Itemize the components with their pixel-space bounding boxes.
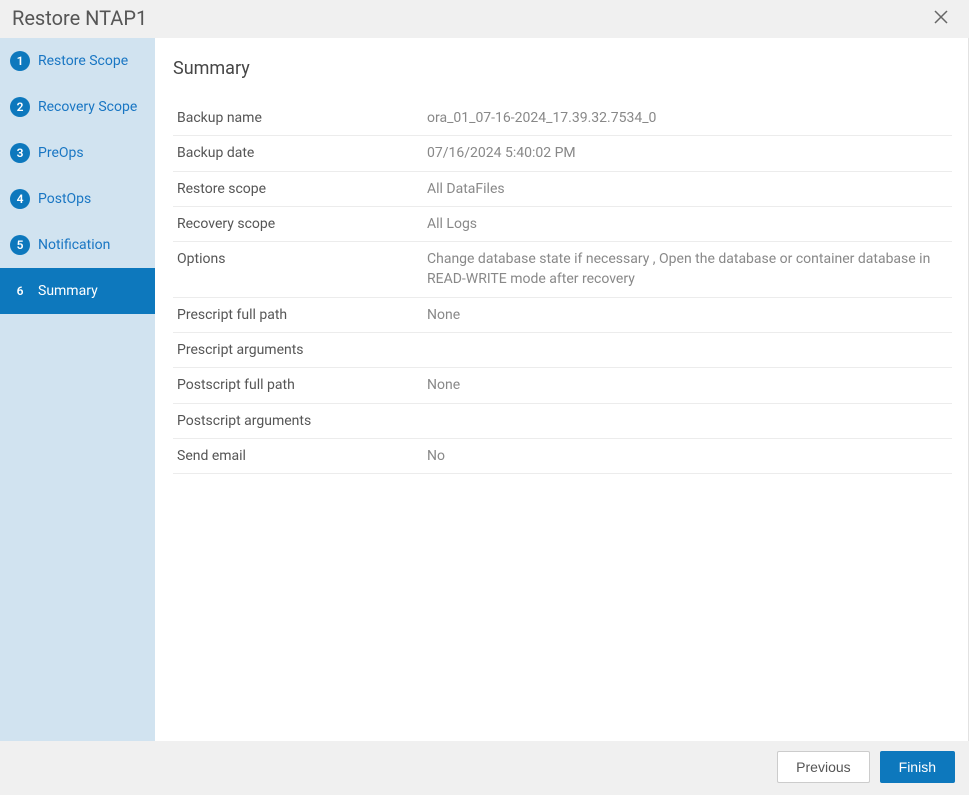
summary-label: Options [173,242,423,298]
summary-label: Prescript full path [173,297,423,332]
dialog-header: Restore NTAP1 [0,0,969,38]
step-restore-scope[interactable]: 1 Restore Scope [0,38,155,84]
summary-value [423,333,952,368]
summary-label: Recovery scope [173,206,423,241]
step-badge: 3 [10,143,30,163]
table-row: Restore scope All DataFiles [173,171,952,206]
summary-label: Backup date [173,136,423,171]
content-panel: Summary Backup name ora_01_07-16-2024_17… [155,38,969,741]
step-label: PreOps [38,145,84,161]
table-row: Postscript full path None [173,368,952,403]
summary-table: Backup name ora_01_07-16-2024_17.39.32.7… [173,101,952,474]
step-summary[interactable]: 6 Summary [0,268,155,314]
table-row: Recovery scope All Logs [173,206,952,241]
step-badge: 5 [10,235,30,255]
table-row: Prescript arguments [173,333,952,368]
table-row: Backup name ora_01_07-16-2024_17.39.32.7… [173,101,952,136]
table-row: Options Change database state if necessa… [173,242,952,298]
step-notification[interactable]: 5 Notification [0,222,155,268]
summary-value: ora_01_07-16-2024_17.39.32.7534_0 [423,101,952,136]
summary-label: Postscript full path [173,368,423,403]
step-label: PostOps [38,191,91,207]
summary-label: Postscript arguments [173,403,423,438]
summary-value [423,403,952,438]
page-title: Summary [173,58,952,79]
finish-button[interactable]: Finish [880,751,955,783]
step-badge: 4 [10,189,30,209]
step-label: Summary [38,283,98,299]
summary-value: All DataFiles [423,171,952,206]
summary-label: Send email [173,438,423,473]
dialog-title: Restore NTAP1 [12,6,147,30]
summary-value: No [423,438,952,473]
table-row: Backup date 07/16/2024 5:40:02 PM [173,136,952,171]
summary-value: None [423,368,952,403]
close-icon[interactable] [929,8,953,28]
previous-button[interactable]: Previous [777,751,869,783]
dialog-body: 1 Restore Scope 2 Recovery Scope 3 PreOp… [0,38,969,741]
step-preops[interactable]: 3 PreOps [0,130,155,176]
summary-value: Change database state if necessary , Ope… [423,242,952,298]
table-row: Postscript arguments [173,403,952,438]
step-label: Restore Scope [38,53,128,69]
table-row: Send email No [173,438,952,473]
step-badge: 1 [10,51,30,71]
step-postops[interactable]: 4 PostOps [0,176,155,222]
step-label: Recovery Scope [38,99,137,115]
summary-label: Backup name [173,101,423,136]
wizard-sidebar: 1 Restore Scope 2 Recovery Scope 3 PreOp… [0,38,155,741]
step-badge: 2 [10,97,30,117]
summary-value: All Logs [423,206,952,241]
summary-value: 07/16/2024 5:40:02 PM [423,136,952,171]
step-recovery-scope[interactable]: 2 Recovery Scope [0,84,155,130]
summary-value: None [423,297,952,332]
step-label: Notification [38,237,110,253]
step-badge: 6 [10,281,30,301]
table-row: Prescript full path None [173,297,952,332]
summary-label: Restore scope [173,171,423,206]
dialog-footer: Previous Finish [0,741,969,795]
summary-label: Prescript arguments [173,333,423,368]
